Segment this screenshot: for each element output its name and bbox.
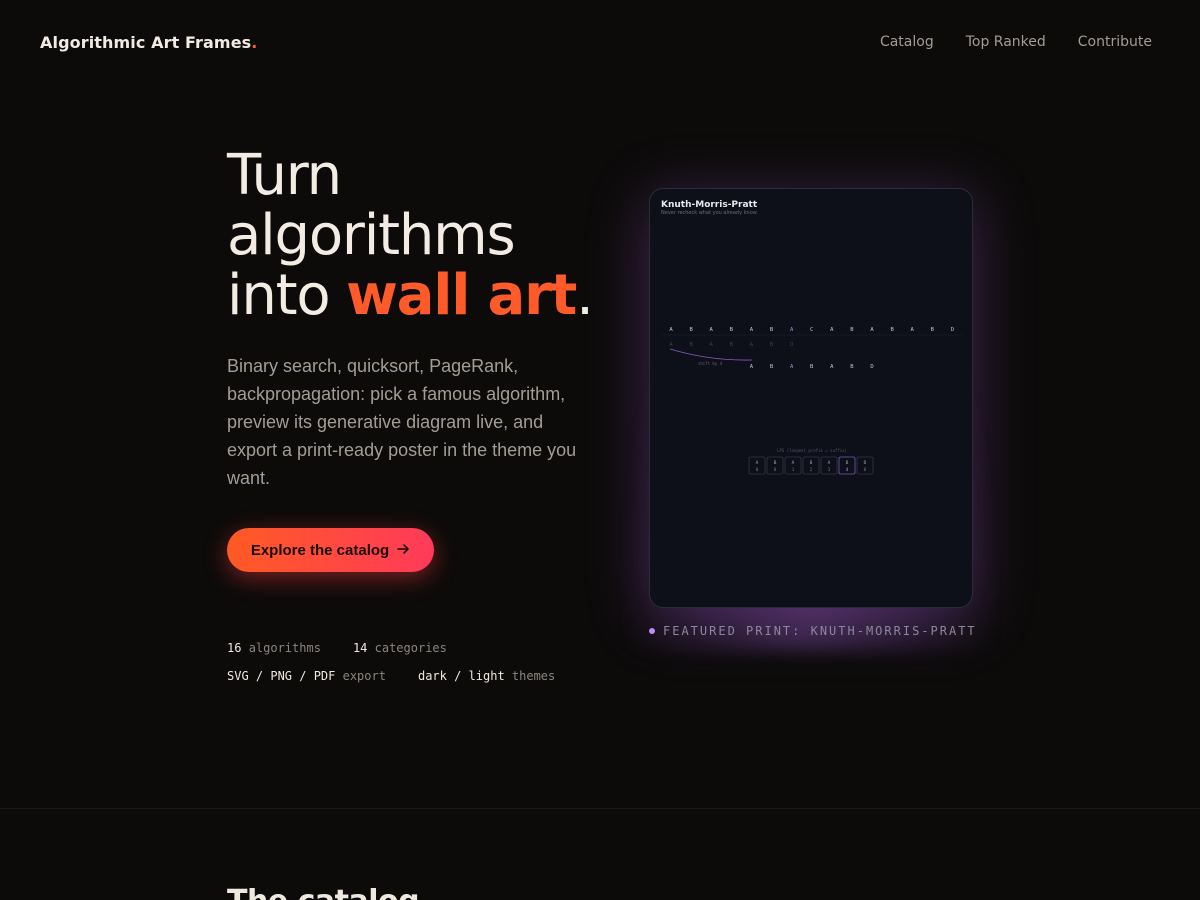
kmp-lps-value: 3 [828, 467, 831, 473]
top-nav: Algorithmic Art Frames. Catalog Top Rank… [0, 0, 1200, 84]
brand-name: Algorithmic Art Frames [40, 32, 252, 52]
kmp-pattern-char: A [750, 364, 754, 370]
hero-stats: 16 algorithms 14 categories SVG / PNG / … [227, 634, 555, 690]
stat-themes: dark / light themes [417, 669, 556, 683]
hero-description: Binary search, quicksort, PageRank, back… [227, 356, 577, 488]
stat-algorithms: 16 algorithms [227, 641, 321, 655]
explore-catalog-button[interactable]: Explore the catalog [227, 528, 434, 572]
kmp-text-char: B [689, 327, 693, 333]
kmp-ghost-char: A [669, 342, 673, 348]
kmp-ghost-char: B [770, 342, 774, 348]
kmp-pattern-char: B [810, 364, 814, 370]
kmp-pattern-char: A [790, 364, 794, 370]
nav-link-top-ranked[interactable]: Top Ranked [966, 34, 1046, 50]
explore-catalog-label: Explore the catalog [250, 541, 390, 559]
hero-title-accent: wall art [346, 263, 577, 328]
kmp-lps-label: LPS (longest prefix = suffix) [777, 448, 847, 453]
section-divider [0, 808, 1200, 809]
nav-link-contribute[interactable]: Contribute [1078, 34, 1152, 50]
kmp-lps-char: A [828, 460, 831, 466]
kmp-ghost-char: B [689, 342, 693, 348]
kmp-text-char: B [850, 327, 854, 333]
stat-export: SVG / PNG / PDF export [227, 669, 386, 683]
kmp-text-char: A [790, 327, 794, 333]
kmp-text-char: A [870, 327, 874, 333]
stat-categories: 14 categories [352, 641, 447, 655]
nav-links: Catalog Top Ranked Contribute [880, 34, 1152, 50]
featured-poster[interactable]: Knuth-Morris-Pratt Never recheck what yo… [649, 188, 973, 608]
featured-print-caption: FEATURED PRINT: KNUTH-MORRIS-PRATT [649, 624, 977, 638]
kmp-lps-char: B [846, 460, 849, 466]
kmp-text-char: A [669, 327, 673, 333]
featured-dot-icon [649, 628, 655, 634]
kmp-shift-label: shift by 4 [698, 361, 723, 366]
kmp-text-char: C [810, 327, 813, 333]
kmp-lps-char: D [864, 460, 867, 466]
kmp-text-char: B [890, 327, 894, 333]
kmp-text-char: A [830, 327, 834, 333]
kmp-lps-value: 0 [864, 467, 867, 473]
brand-logo[interactable]: Algorithmic Art Frames. [40, 33, 257, 52]
kmp-text-char: B [730, 327, 734, 333]
kmp-pattern-char: A [830, 364, 834, 370]
kmp-lps-char: A [756, 460, 759, 466]
catalog-section-heading: The catalog [227, 884, 420, 900]
kmp-lps-char: B [774, 460, 777, 466]
hero-title-period: . [576, 263, 594, 328]
stats-row-features: SVG / PNG / PDF export dark / light them… [227, 662, 555, 690]
kmp-lps-char: B [810, 460, 813, 466]
kmp-diagram: A B A B A B A C A B A B A B D A B A B A B Dshift by 4 A B A B A B D L… [662, 327, 962, 475]
kmp-text-char: A [750, 327, 754, 333]
kmp-lps-value: 1 [792, 467, 795, 473]
hero-title: Turn algorithms into wall art. [227, 146, 607, 326]
kmp-ghost-char: A [750, 342, 754, 348]
kmp-ghost-char: D [790, 342, 793, 348]
kmp-lps-value: 2 [810, 467, 813, 473]
nav-link-catalog[interactable]: Catalog [880, 34, 934, 50]
hero-title-line1: Turn [227, 143, 342, 208]
kmp-pattern-char: B [770, 364, 774, 370]
kmp-text-char: A [911, 327, 915, 333]
kmp-ghost-char: A [710, 342, 714, 348]
arrow-right-icon [397, 542, 410, 559]
stats-row-counts: 16 algorithms 14 categories [227, 634, 555, 662]
kmp-text-char: D [951, 327, 954, 333]
kmp-text-char: B [931, 327, 935, 333]
kmp-lps-value: 4 [846, 467, 849, 473]
kmp-text-char: A [710, 327, 714, 333]
kmp-lps-char: A [792, 460, 795, 466]
hero-title-line2: algorithms [227, 203, 516, 268]
kmp-pattern-char: B [850, 364, 854, 370]
kmp-ghost-char: B [730, 342, 734, 348]
hero-title-line3a: into [227, 263, 347, 328]
brand-dot: . [251, 32, 258, 52]
kmp-text-char: B [770, 327, 774, 333]
kmp-shift-arc [669, 348, 753, 361]
kmp-lps-value: 0 [756, 467, 759, 473]
kmp-lps-value: 0 [774, 467, 777, 473]
featured-print-label: FEATURED PRINT: KNUTH-MORRIS-PRATT [663, 624, 977, 638]
kmp-pattern-char: D [870, 364, 873, 370]
